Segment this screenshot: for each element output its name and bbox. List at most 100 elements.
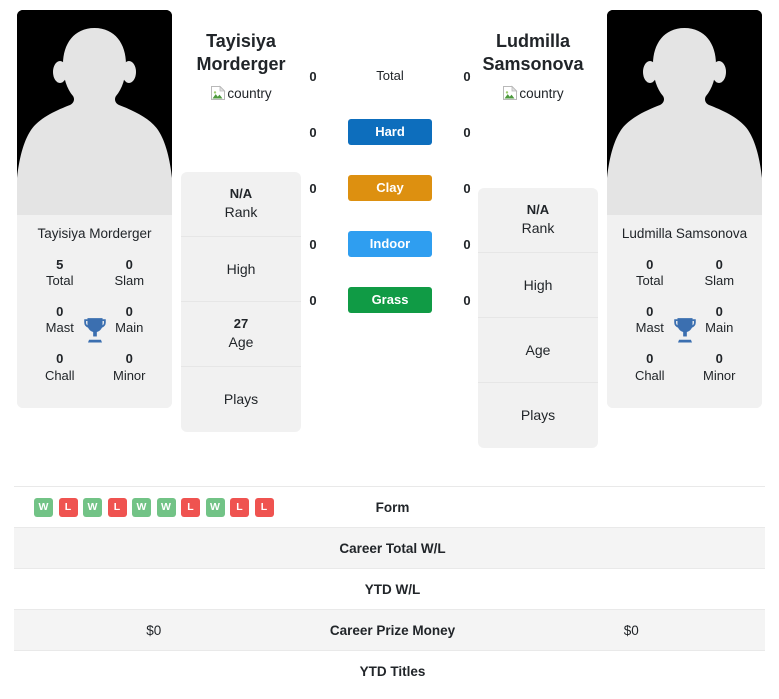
table-row: YTD W/L bbox=[14, 568, 765, 609]
surface-row: 0 Indoor 0 bbox=[300, 230, 480, 258]
page-title-left-first: Tayisiya bbox=[206, 31, 276, 51]
title-stat-value: 0 bbox=[715, 257, 723, 272]
broken-image-icon bbox=[210, 85, 226, 101]
surface-row: 0 Total 0 bbox=[300, 62, 480, 90]
title-stat-value: 0 bbox=[56, 351, 64, 367]
title-stat: 0 Minor bbox=[685, 345, 755, 392]
info-label: Age bbox=[228, 334, 254, 350]
stat-row-label: YTD Titles bbox=[359, 663, 426, 679]
title-stat-label: Slam bbox=[114, 273, 145, 289]
surface-right-value: 0 bbox=[463, 236, 471, 252]
title-stat-value: 0 bbox=[125, 351, 133, 367]
player-card-right[interactable]: Ludmilla Samsonova 0 Total 0 Slam 0 Mast… bbox=[607, 10, 762, 409]
country-alt-text-left: country bbox=[227, 85, 272, 101]
titles-grid-left: 5 Total 0 Slam 0 Mast 0 Main 0 Chall 0 M… bbox=[17, 251, 172, 409]
title-stat-label: Chall bbox=[44, 367, 75, 383]
player-card-name-left: Tayisiya Morderger bbox=[17, 215, 172, 251]
title-stat-label: Total bbox=[46, 273, 74, 289]
surface-right-value: 0 bbox=[463, 180, 471, 196]
title-stat-label: Minor bbox=[112, 367, 146, 383]
form-chip-loss[interactable]: L bbox=[254, 497, 274, 517]
stats-table: W L W L W W L W L L Form Career Total W/L YTD W/L $0 C… bbox=[14, 486, 765, 691]
title-stat: 5 Total bbox=[25, 251, 95, 298]
trophy-icon bbox=[82, 316, 108, 344]
player-card-left[interactable]: Tayisiya Morderger 5 Total 0 Slam 0 Mast… bbox=[17, 10, 172, 409]
info-label: Plays bbox=[223, 391, 259, 408]
comparison-header-area: Tayisiya Morderger 5 Total 0 Slam 0 Mast… bbox=[0, 0, 779, 478]
title-stat: 0 Total bbox=[615, 251, 685, 298]
title-stat: 0 Slam bbox=[95, 251, 165, 298]
country-flag-right: country bbox=[502, 85, 564, 101]
title-stat-value: 5 bbox=[56, 257, 64, 272]
surface-badge-wrap: Hard bbox=[326, 119, 454, 145]
surface-left-value: 0 bbox=[309, 68, 317, 84]
surface-left-value: 0 bbox=[309, 124, 317, 140]
surface-right-value: 0 bbox=[463, 292, 471, 308]
info-label: Rank bbox=[521, 220, 555, 236]
info-row-age: 27 Age bbox=[181, 302, 301, 367]
title-stat-value: 0 bbox=[125, 257, 133, 272]
title-stat-value: 0 bbox=[646, 351, 654, 367]
player-info-card-right: N/A Rank High Age Plays bbox=[478, 188, 598, 448]
info-row-plays: Plays bbox=[181, 367, 301, 432]
surface-badge-wrap: Clay bbox=[326, 175, 454, 201]
surface-comparison: 0 Total 0 0 Hard 0 0 Clay 0 0 Indoor 0 0 Grass 0 bbox=[300, 62, 480, 314]
table-row: $0 Career Prize Money $0 bbox=[14, 609, 765, 650]
surface-left-value: 0 bbox=[309, 292, 317, 308]
player-avatar-left bbox=[17, 10, 172, 215]
stat-row-label: Career Prize Money bbox=[329, 622, 456, 638]
form-chip-loss[interactable]: L bbox=[181, 497, 200, 517]
trophy-icon bbox=[672, 316, 698, 344]
surface-badge-wrap: Grass bbox=[326, 287, 454, 313]
stat-row-label: YTD W/L bbox=[364, 581, 421, 597]
title-stat: 0 Chall bbox=[25, 345, 95, 392]
info-row-plays: Plays bbox=[478, 383, 598, 448]
form-chip-win[interactable]: W bbox=[205, 497, 225, 517]
surface-left-value: 0 bbox=[309, 236, 317, 252]
form-chip-loss[interactable]: L bbox=[58, 497, 78, 517]
title-stat: 0 Chall bbox=[615, 345, 685, 392]
form-chip-loss[interactable]: L bbox=[107, 497, 127, 517]
info-row-high: High bbox=[478, 253, 598, 318]
surface-row: 0 Hard 0 bbox=[300, 118, 480, 146]
info-label: Age bbox=[525, 341, 551, 358]
form-chip-win[interactable]: W bbox=[34, 497, 53, 517]
info-row-rank: N/A Rank bbox=[181, 172, 301, 237]
surface-right-value: 0 bbox=[463, 124, 471, 140]
surface-right-value: 0 bbox=[463, 68, 471, 84]
surface-badge-wrap: Indoor bbox=[326, 231, 454, 257]
surface-badge[interactable]: Hard bbox=[348, 119, 432, 145]
broken-image-icon bbox=[502, 85, 518, 101]
form-chip-win[interactable]: W bbox=[156, 497, 176, 517]
info-value: N/A bbox=[526, 202, 550, 218]
info-label: Plays bbox=[520, 407, 556, 424]
title-stat-label: Slam bbox=[704, 273, 735, 289]
form-chip-win[interactable]: W bbox=[132, 497, 151, 517]
titles-grid-right: 0 Total 0 Slam 0 Mast 0 Main 0 Chall 0 M… bbox=[607, 251, 762, 409]
title-stat-value: 0 bbox=[715, 351, 723, 367]
stat-row-label: Career Total W/L bbox=[339, 540, 446, 556]
country-flag-left: country bbox=[210, 85, 272, 101]
info-row-age: Age bbox=[478, 318, 598, 383]
surface-badge[interactable]: Indoor bbox=[348, 231, 432, 257]
table-row: YTD Titles bbox=[14, 650, 765, 691]
form-chip-win[interactable]: W bbox=[83, 497, 102, 517]
surface-badge[interactable]: Clay bbox=[348, 175, 432, 201]
info-row-high: High bbox=[181, 237, 301, 302]
form-list: WLWLWWLWLL bbox=[34, 497, 274, 517]
title-stat-value: 0 bbox=[646, 257, 654, 272]
surface-badge[interactable]: Grass bbox=[348, 287, 432, 313]
surface-left-value: 0 bbox=[309, 180, 317, 196]
info-value: 27 bbox=[233, 316, 249, 332]
info-label: Rank bbox=[224, 204, 258, 220]
surface-badge[interactable]: Total bbox=[348, 63, 432, 89]
info-label: High bbox=[523, 276, 553, 293]
stat-right-cell: $0 bbox=[623, 622, 639, 638]
player-info-card-left: N/A Rank High 27 Age Plays bbox=[181, 172, 301, 432]
page-title-right-first: Ludmilla bbox=[495, 31, 570, 51]
title-stat-label: Total bbox=[636, 273, 664, 289]
form-chip-loss[interactable]: L bbox=[230, 497, 249, 517]
player-card-name-right: Ludmilla Samsonova bbox=[607, 215, 762, 251]
title-stat: 0 Slam bbox=[685, 251, 755, 298]
info-label: High bbox=[226, 260, 256, 277]
